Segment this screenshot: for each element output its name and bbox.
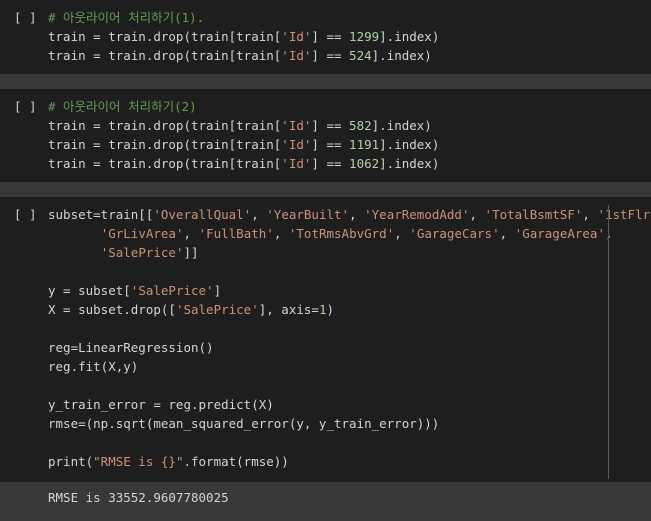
code-editor[interactable]: subset=train[['OverallQual', 'YearBuilt'… — [48, 205, 651, 471]
code-line: train = train.drop(train[train['Id'] == … — [48, 27, 439, 46]
code-line: ​ — [48, 376, 651, 395]
code-line: reg=LinearRegression() — [48, 338, 651, 357]
code-token-plain: , — [251, 207, 267, 222]
run-cell-button[interactable]: [ ] — [14, 205, 37, 224]
code-token-str: '1stFlrSF' — [597, 207, 651, 222]
code-token-num: 524 — [349, 48, 372, 63]
code-token-plain: reg=LinearRegression() — [48, 340, 214, 355]
code-token-plain: train = train.drop(train[train[ — [48, 137, 282, 152]
code-token-plain: ].index) — [371, 48, 432, 63]
code-token-plain: print( — [48, 454, 94, 469]
code-token-plain: ] — [213, 283, 222, 298]
code-line: subset=train[['OverallQual', 'YearBuilt'… — [48, 205, 651, 224]
code-token-plain: , — [394, 226, 410, 241]
code-token-plain: train = train.drop(train[train[ — [48, 29, 282, 44]
code-editor[interactable]: # 아웃라이어 처리하기(1). train = train.drop(train… — [48, 8, 439, 65]
code-line: ​ — [48, 433, 651, 452]
code-line: # 아웃라이어 처리하기(1). — [48, 8, 439, 27]
code-token-plain: , — [499, 226, 515, 241]
code-token-str: 'Id' — [281, 29, 312, 44]
code-token-str: 'Id' — [281, 156, 312, 171]
code-token-comment: # 아웃라이어 처리하기(1). — [48, 10, 205, 25]
run-cell-button[interactable]: [ ] — [14, 8, 37, 27]
code-token-str: 'OverallQual' — [153, 207, 252, 222]
code-line: y_train_error = reg.predict(X) — [48, 395, 651, 414]
code-token-str: 'TotRmsAbvGrd' — [288, 226, 395, 241]
code-token-plain: , — [349, 207, 365, 222]
code-token-plain: ] == — [311, 137, 350, 152]
code-token-num: 1191 — [349, 137, 380, 152]
code-cell-outlier-2[interactable]: [ ] # 아웃라이어 처리하기(2) train = train.drop(tr… — [0, 89, 651, 182]
code-token-str: 'Id' — [281, 137, 312, 152]
code-line: train = train.drop(train[train['Id'] == … — [48, 135, 439, 154]
cell-output: RMSE is 33552.9607780025 — [0, 482, 651, 521]
code-token-num: 1299 — [349, 29, 380, 44]
code-token-str: 'GarageArea' — [514, 226, 605, 241]
code-line: rmse=(np.sqrt(mean_squared_error(y, y_tr… — [48, 414, 651, 433]
code-token-str: 'YearBuilt' — [266, 207, 350, 222]
code-cell-outlier-1[interactable]: [ ] # 아웃라이어 처리하기(1). train = train.drop(t… — [0, 0, 651, 74]
code-token-str: 'SalePrice' — [100, 245, 184, 260]
code-line: train = train.drop(train[train['Id'] == … — [48, 46, 439, 65]
run-cell-button[interactable]: [ ] — [14, 97, 37, 116]
code-line: y = subset['SalePrice'] — [48, 281, 651, 300]
code-token-plain: ] == — [311, 29, 350, 44]
editor-ruler — [608, 205, 609, 479]
code-token-plain: train = train.drop(train[train[ — [48, 48, 282, 63]
code-token-plain: ] == — [311, 118, 350, 133]
code-token-str: 'Id' — [281, 48, 312, 63]
code-token-plain: ].index) — [379, 29, 440, 44]
code-line: reg.fit(X,y) — [48, 357, 651, 376]
code-token-plain: ) — [326, 302, 335, 317]
code-token-plain: , — [183, 226, 199, 241]
code-line: X = subset.drop(['SalePrice'], axis=1) — [48, 300, 651, 319]
code-token-plain: reg.fit(X,y) — [48, 359, 139, 374]
code-cell-regression[interactable]: [ ] subset=train[['OverallQual', 'YearBu… — [0, 197, 651, 482]
code-token-plain: ].index) — [371, 118, 432, 133]
code-token-str: 'YearRemodAdd' — [364, 207, 470, 222]
code-line: print("RMSE is {}".format(rmse)) — [48, 452, 651, 471]
code-token-plain: ], axis= — [258, 302, 319, 317]
code-token-plain: ].index) — [379, 156, 440, 171]
code-token-plain: , — [469, 207, 485, 222]
code-token-str: "RMSE is {}" — [93, 454, 184, 469]
code-token-str: 'TotalBsmtSF' — [484, 207, 583, 222]
code-token-plain: subset=train[[ — [48, 207, 154, 222]
code-token-plain: y_train_error = reg.predict(X) — [48, 397, 274, 412]
code-token-num: 1062 — [349, 156, 380, 171]
code-token-str: 'FullBath' — [198, 226, 274, 241]
code-token-comment: # 아웃라이어 처리하기(2) — [48, 99, 197, 114]
code-token-plain: , — [582, 207, 598, 222]
code-token-str: 'GrLivArea' — [100, 226, 184, 241]
notebook-page: [ ] # 아웃라이어 처리하기(1). train = train.drop(t… — [0, 0, 651, 521]
code-editor[interactable]: # 아웃라이어 처리하기(2) train = train.drop(train[… — [48, 97, 439, 173]
code-line: ​ — [48, 319, 651, 338]
code-token-str: 'SalePrice' — [130, 283, 214, 298]
code-line: # 아웃라이어 처리하기(2) — [48, 97, 439, 116]
code-line: ​ — [48, 262, 651, 281]
code-token-str: 'GarageCars' — [409, 226, 500, 241]
code-token-str: 'Id' — [281, 118, 312, 133]
code-line: 'GrLivArea', 'FullBath', 'TotRmsAbvGrd',… — [48, 224, 651, 243]
code-token-plain: ].index) — [379, 137, 440, 152]
code-token-str: 'SalePrice' — [175, 302, 259, 317]
code-token-num: 582 — [349, 118, 372, 133]
code-token-plain: rmse=(np.sqrt(mean_squared_error(y, y_tr… — [48, 416, 440, 431]
code-line: train = train.drop(train[train['Id'] == … — [48, 116, 439, 135]
code-line: train = train.drop(train[train['Id'] == … — [48, 154, 439, 173]
code-token-plain: train = train.drop(train[train[ — [48, 118, 282, 133]
code-token-plain: y = subset[ — [48, 283, 131, 298]
code-token-plain: train = train.drop(train[train[ — [48, 156, 282, 171]
code-line: 'SalePrice']] — [48, 243, 651, 262]
code-token-plain: X = subset.drop([ — [48, 302, 176, 317]
code-token-plain: ] == — [311, 156, 350, 171]
code-token-plain: , — [273, 226, 289, 241]
output-text: RMSE is 33552.9607780025 — [48, 490, 229, 505]
code-token-plain: .format(rmse)) — [183, 454, 289, 469]
code-token-plain: ] == — [311, 48, 350, 63]
code-token-plain: ]] — [183, 245, 199, 260]
